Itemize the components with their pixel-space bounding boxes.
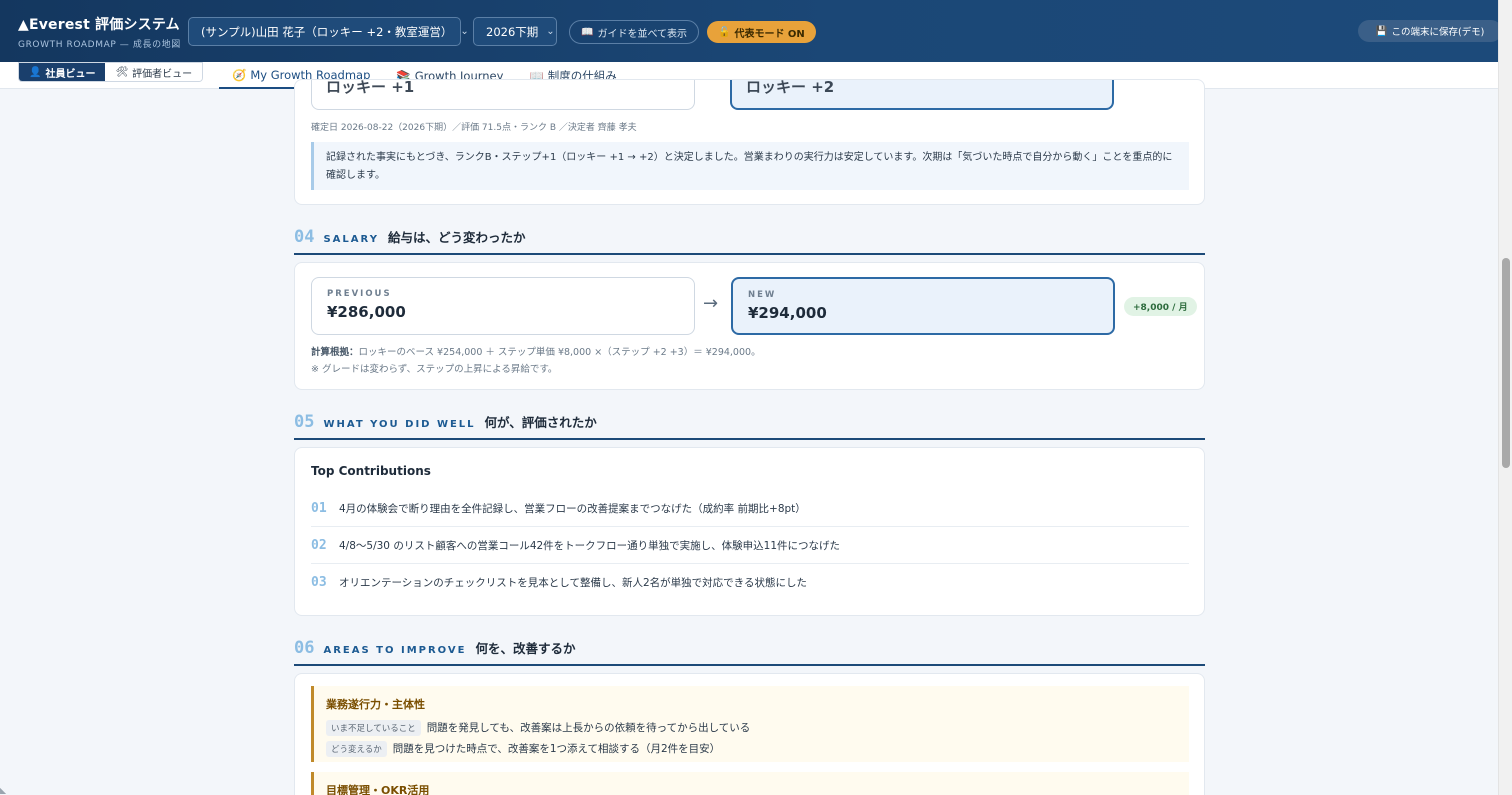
top-contributions-card: Top Contributions 01 4月の体験会で断り理由を全件記録し、営… <box>294 447 1205 616</box>
save-local-button[interactable]: 💾 この端末に保存(デモ) <box>1358 20 1502 42</box>
section-number: 04 <box>294 227 315 247</box>
resize-grip-icon: ◣ <box>0 786 7 795</box>
previous-rank-box: ロッキー +1 <box>311 78 695 110</box>
app-header: ▲Everest 評価システム GROWTH ROADMAP — 成長の地図 (… <box>0 0 1512 62</box>
employee-view-toggle[interactable]: 👤 社員ビュー <box>19 63 106 81</box>
item-text: 4/8〜5/30 のリスト顧客への営業コール42件をトークフロー通り単独で実施し… <box>339 539 841 552</box>
previous-salary-box: PREVIOUS ¥286,000 <box>311 277 695 335</box>
improvement-title: 目標管理・OKR活用 <box>326 784 430 795</box>
view-toggle: 👤 社員ビュー 🛠 評価者ビュー <box>18 62 204 82</box>
brand-title: ▲Everest 評価システム <box>18 17 180 33</box>
salary-card: PREVIOUS ¥286,000 → NEW ¥294,000 +8,000 … <box>294 262 1205 390</box>
areas-to-improve-card: 業務遂行力・主体性 いま不足していること 問題を発見しても、改善案は上長からの依… <box>294 673 1205 795</box>
section-number: 05 <box>294 412 315 432</box>
new-rank-box: ロッキー +2 <box>730 78 1114 110</box>
section-ja-title: 給与は、どう変わったか <box>387 230 526 245</box>
previous-salary-value: ¥286,000 <box>327 303 406 321</box>
improvement-item: 目標管理・OKR活用 <box>311 772 1189 795</box>
guide-button-label: ガイドを並べて表示 <box>597 28 688 40</box>
new-salary-value: ¥294,000 <box>748 304 827 322</box>
save-button-label: この端末に保存(デモ) <box>1391 27 1485 38</box>
list-item: 03 オリエンテーションのチェックリストを見本として整備し、新人2名が単独で対応… <box>311 564 1189 601</box>
improvement-change: どう変えるか 問題を見つけた時点で、改善案を1つ添えて相談する（月2件を目安） <box>326 738 1177 759</box>
contributions-list: 01 4月の体験会で断り理由を全件記録し、営業フローの改善提案までつなげた（成約… <box>311 490 1189 601</box>
representative-mode-button[interactable]: 🔓 代表モード ON <box>707 21 816 43</box>
decision-reason: 記録された事実にもとづき、ランクB・ステップ+1（ロッキー +1 → +2）と決… <box>311 142 1189 190</box>
change-tag: どう変えるか <box>326 740 387 757</box>
section-ja-title: 何が、評価されたか <box>484 415 597 430</box>
new-rank-value: ロッキー +2 <box>746 78 835 96</box>
change-text: 問題を見つけた時点で、改善案を1つ添えて相談する（月2件を目安） <box>392 743 721 755</box>
list-item: 01 4月の体験会で断り理由を全件記録し、営業フローの改善提案までつなげた（成約… <box>311 490 1189 527</box>
section-improve-heading: 06 AREAS TO IMPROVE 何を、改善するか <box>294 638 1205 666</box>
improvement-current: いま不足していること 問題を発見しても、改善案は上長からの依頼を待ってから出して… <box>326 717 1177 738</box>
evaluator-view-toggle[interactable]: 🛠 評価者ビュー <box>105 63 203 81</box>
current-tag: いま不足していること <box>326 719 421 736</box>
chevron-down-icon: ⌄ <box>460 26 469 37</box>
chevron-down-icon: ⌄ <box>546 26 555 37</box>
new-salary-box: NEW ¥294,000 <box>731 277 1115 335</box>
term-select[interactable]: 2026下期 ⌄ <box>473 17 557 46</box>
employee-select-value: (サンプル)山田 花子（ロッキー +2・教室運営） <box>201 24 453 39</box>
top-contributions-title: Top Contributions <box>311 464 431 478</box>
section-ja-title: 何を、改善するか <box>475 641 576 656</box>
previous-rank-value: ロッキー +1 <box>326 78 415 96</box>
evaluator-view-label: 評価者ビュー <box>132 68 193 80</box>
item-number: 01 <box>311 500 327 516</box>
calculation-basis: 計算根拠：ロッキーのベース ¥254,000 ＋ ステップ単価 ¥8,000 ×… <box>311 344 761 358</box>
item-text: オリエンテーションのチェックリストを見本として整備し、新人2名が単独で対応できる… <box>339 577 807 589</box>
previous-salary-label: PREVIOUS <box>327 289 392 299</box>
improvement-item: 業務遂行力・主体性 いま不足していること 問題を発見しても、改善案は上長からの依… <box>311 686 1189 762</box>
calculation-note: ※ グレードは変わらず、ステップの上昇による昇給です。 <box>311 364 558 375</box>
item-number: 03 <box>311 575 327 590</box>
section-en-title: WHAT YOU DID WELL <box>323 419 476 430</box>
compass-icon: 🧭 <box>232 67 247 82</box>
guide-side-by-side-button[interactable]: 📖 ガイドを並べて表示 <box>569 20 700 44</box>
section-en-title: SALARY <box>323 234 379 245</box>
employee-select[interactable]: (サンプル)山田 花子（ロッキー +2・教室運営） ⌄ <box>188 17 469 46</box>
decision-meta: 確定日 2026-08-22（2026下期）／評価 71.5点・ランク B ／決… <box>311 123 637 133</box>
item-number: 02 <box>311 537 327 553</box>
rank-decision-card: ロッキー +1 ロッキー +2 確定日 2026-08-22（2026下期）／評… <box>294 78 1205 205</box>
scrollbar-thumb[interactable] <box>1502 258 1510 468</box>
person-icon: 👤 <box>29 66 42 78</box>
current-text: 問題を発見しても、改善案は上長からの依頼を待ってから出している <box>426 722 751 734</box>
tools-icon: 🛠 <box>115 66 129 78</box>
save-icon: 💾 <box>1375 25 1388 37</box>
list-item: 02 4/8〜5/30 のリスト顧客への営業コール42件をトークフロー通り単独で… <box>311 527 1189 564</box>
term-select-value: 2026下期 <box>486 24 539 39</box>
section-number: 06 <box>294 638 315 658</box>
rep-mode-label: 代表モード ON <box>734 28 805 40</box>
book-icon: 📖 <box>581 26 594 38</box>
salary-diff-badge: +8,000 / 月 <box>1124 297 1197 316</box>
section-salary-heading: 04 SALARY 給与は、どう変わったか <box>294 227 1205 255</box>
calculation-basis-text: ロッキーのベース ¥254,000 ＋ ステップ単価 ¥8,000 ×（ステップ… <box>358 347 761 358</box>
brand-subtitle: GROWTH ROADMAP — 成長の地図 <box>18 40 181 50</box>
section-did-well-heading: 05 WHAT YOU DID WELL 何が、評価されたか <box>294 412 1205 440</box>
item-text: 4月の体験会で断り理由を全件記録し、営業フローの改善提案までつなげた（成約率 前… <box>339 502 806 515</box>
calculation-basis-label: 計算根拠： <box>311 347 359 358</box>
arrow-right-icon: → <box>703 293 719 314</box>
lock-icon: 🔓 <box>718 26 731 38</box>
brand: ▲Everest 評価システム GROWTH ROADMAP — 成長の地図 <box>18 14 181 50</box>
new-salary-label: NEW <box>748 290 777 300</box>
employee-view-label: 社員ビュー <box>45 68 96 80</box>
improvement-title: 業務遂行力・主体性 <box>326 698 425 711</box>
page-scrollbar[interactable] <box>1498 0 1512 795</box>
section-en-title: AREAS TO IMPROVE <box>323 645 467 656</box>
